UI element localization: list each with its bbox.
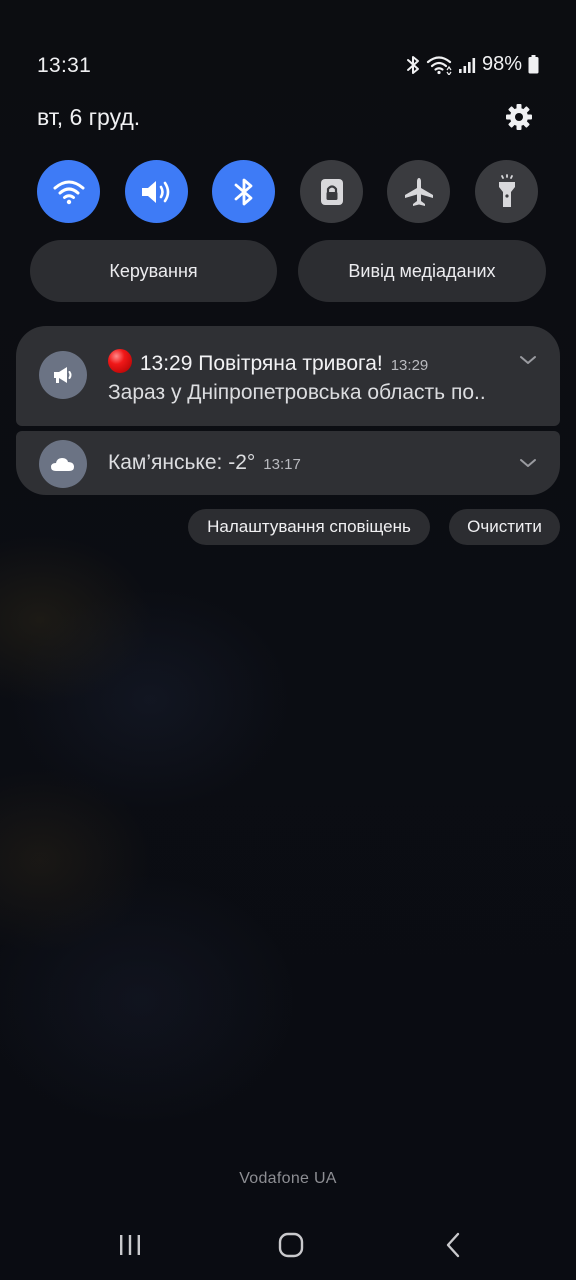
clear-button[interactable]: Очистити	[449, 509, 560, 545]
quick-toggles	[37, 160, 539, 224]
status-bar: 13:31 98%	[0, 44, 576, 88]
wifi-toggle[interactable]	[37, 160, 100, 223]
settings-button[interactable]	[504, 102, 534, 132]
status-icons: 98%	[406, 53, 539, 76]
notification-settings-button[interactable]: Налаштування сповіщень	[188, 509, 430, 545]
back-button[interactable]	[433, 1228, 473, 1262]
gear-icon	[506, 104, 532, 130]
notification-title-text: 13:29 Повітряна тривога!	[139, 352, 383, 375]
date-label: вт, 6 груд.	[37, 104, 141, 130]
battery-percent: 98%	[481, 53, 522, 75]
notification-shade: 13:31 98% вт, 6 груд. Керування Вивід ме…	[0, 0, 576, 1280]
notification-time: 13:29	[390, 357, 429, 374]
media-output-button[interactable]: Вивід медіаданих	[298, 240, 546, 302]
carrier-label: Vodafone UA	[239, 1170, 337, 1187]
media-output-label: Вивід медіаданих	[348, 260, 496, 281]
bluetooth-icon	[406, 55, 420, 75]
device-control-button[interactable]: Керування	[30, 240, 277, 302]
red-circle-icon	[108, 349, 132, 373]
lock-icon	[320, 178, 343, 205]
recents-icon	[120, 1235, 140, 1255]
date-row: вт, 6 груд.	[0, 98, 576, 138]
flashlight-icon	[498, 173, 515, 207]
home-icon	[278, 1232, 304, 1258]
sound-toggle[interactable]	[125, 160, 188, 223]
notification-header: Кам’янське: -2° 13:17	[108, 451, 301, 475]
chevron-down-icon	[520, 356, 536, 364]
wifi-icon	[53, 180, 84, 204]
back-icon	[446, 1232, 460, 1258]
cloud-icon	[51, 458, 74, 471]
app-icon	[39, 351, 87, 399]
notification-time: 13:17	[263, 456, 301, 473]
notification-weather[interactable]: Кам’янське: -2° 13:17	[16, 431, 560, 495]
notification-air-raid[interactable]: 13:29 Повітряна тривога! 13:29 Зараз у Д…	[16, 326, 560, 426]
notification-header: 13:29 Повітряна тривога! 13:29	[108, 346, 428, 376]
flashlight-toggle[interactable]	[475, 160, 538, 223]
notification-settings-label: Налаштування сповіщень	[207, 517, 411, 536]
expand-button[interactable]	[518, 350, 538, 370]
airplane-icon	[404, 177, 433, 206]
bluetooth-toggle[interactable]	[212, 160, 275, 223]
app-icon	[39, 440, 87, 488]
wifi-icon	[426, 55, 452, 75]
chevron-down-icon	[520, 459, 536, 467]
sound-icon	[141, 180, 169, 203]
status-clock: 13:31	[37, 54, 92, 77]
recents-button[interactable]	[110, 1228, 150, 1262]
megaphone-icon	[54, 367, 72, 383]
notification-title: Кам’янське: -2°	[108, 451, 256, 474]
navigation-bar	[0, 1220, 576, 1270]
device-control-label: Керування	[109, 260, 198, 281]
battery-icon	[528, 55, 539, 74]
rotation-lock-toggle[interactable]	[300, 160, 363, 223]
airplane-mode-toggle[interactable]	[387, 160, 450, 223]
bluetooth-icon	[234, 178, 252, 205]
notification-body: Зараз у Дніпропетровська область по..	[108, 381, 486, 404]
panel-buttons: Керування Вивід медіаданих	[30, 240, 546, 302]
home-button[interactable]	[271, 1228, 311, 1262]
signal-icon	[458, 56, 476, 74]
expand-button[interactable]	[518, 453, 538, 473]
notification-title: 13:29 Повітряна тривога!	[108, 346, 383, 376]
clear-label: Очистити	[467, 517, 542, 536]
